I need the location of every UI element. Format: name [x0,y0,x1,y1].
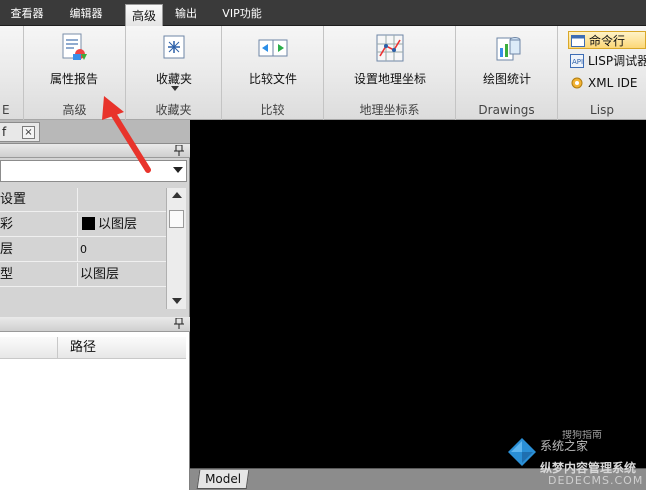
chevron-down-icon [171,86,179,91]
watermark-line4: DEDECMS.COM [548,474,644,487]
property-row[interactable]: 型 以图层 [0,263,166,287]
set-geo-coordinates-label: 设置地理坐标 [353,72,426,86]
favorites-label: 收藏夹 [155,72,192,86]
xml-ide-button[interactable]: XML IDE [568,74,646,92]
ribbon: E 属性报告 高级 收藏夹 收藏夹 比较文件 比较 设置地理坐标 地理坐标系 绘… [0,26,646,120]
scroll-down-icon[interactable] [172,298,182,304]
properties-grid: 设置 彩 以图层 层 0 型 以图层 [0,188,166,309]
lisp-debugger-icon: API [570,54,584,68]
group-label-lisp: Lisp [590,103,614,117]
document-tab[interactable]: f × [0,122,40,142]
scroll-up-icon[interactable] [172,192,182,198]
ribbon-tab-strip: 查看器 编辑器 高级 输出 VIP功能 [0,0,646,27]
group-label-advanced: 高级 [62,103,87,117]
ribbon-group-drawings: 绘图统计 Drawings [456,26,558,120]
color-swatch [82,217,95,230]
drawing-statistics-button[interactable]: 绘图统计 [466,30,548,100]
property-key: 彩 [0,213,78,236]
watermark-line2: 搜狗指南 [562,430,602,441]
xml-ide-icon [571,77,583,89]
svg-text:API: API [572,58,583,66]
pin-icon[interactable] [174,318,184,329]
property-report-label: 属性报告 [49,72,98,86]
compare-files-button[interactable]: 比较文件 [232,30,314,100]
property-value: 以图层 [80,267,120,282]
command-line-icon [571,35,585,47]
property-report-icon [62,33,87,60]
properties-panel-titlebar [0,144,190,158]
property-key: 设置 [0,188,78,211]
favorites-icon [163,35,185,59]
group-label-drawings: Drawings [478,103,535,117]
property-value [80,188,166,211]
ribbon-group-favorites: 收藏夹 收藏夹 [126,26,222,120]
pin-icon[interactable] [174,145,184,156]
files-panel-titlebar [0,317,190,332]
drawing-canvas[interactable] [190,144,646,472]
ribbon-group-geo: 设置地理坐标 地理坐标系 [324,26,456,120]
files-column-header: 路径 [0,337,186,359]
set-geo-coordinates-button[interactable]: 设置地理坐标 [338,30,442,100]
compare-files-icon [258,39,288,57]
group-label-favorites: 收藏夹 [155,103,192,117]
ribbon-group-partial: E [0,26,24,120]
property-value: 0 [80,243,87,256]
scroll-thumb[interactable] [169,210,184,228]
property-key: 型 [0,263,78,286]
column-header-path[interactable]: 路径 [70,337,96,359]
tab-viewer[interactable]: 查看器 [2,3,52,26]
compare-files-label: 比较文件 [248,72,297,86]
files-panel: 路径 [0,317,190,490]
drawing-statistics-label: 绘图统计 [482,72,531,86]
tab-editor[interactable]: 编辑器 [58,3,114,26]
column-header-name[interactable] [0,337,58,359]
drawing-statistics-icon [496,37,521,61]
object-type-dropdown[interactable] [0,160,187,182]
property-report-button[interactable]: 属性报告 [34,30,114,100]
ribbon-group-advanced: 属性报告 高级 [24,26,126,120]
property-key: 层 [0,238,78,261]
properties-panel: 设置 彩 以图层 层 0 型 以图层 [0,144,190,317]
tab-advanced[interactable]: 高级 [125,4,163,27]
properties-scrollbar[interactable] [166,188,186,309]
document-tab-label: f [2,125,7,139]
ribbon-group-lisp: 命令行 API LISP调试器 XML IDE Lisp [558,26,646,120]
geo-coordinates-icon [376,34,404,62]
lisp-debugger-button[interactable]: API LISP调试器 [568,52,646,70]
group-label-geo: 地理坐标系 [359,103,420,117]
model-tab[interactable]: Model [196,470,250,489]
property-row[interactable]: 层 0 [0,238,166,262]
chevron-down-icon [173,167,183,173]
tab-vip[interactable]: VIP功能 [214,3,270,26]
close-icon[interactable]: × [22,126,35,139]
xml-ide-label: XML IDE [588,76,638,90]
document-tab-bar: f × [0,120,190,144]
favorites-button[interactable]: 收藏夹 [134,30,214,100]
lisp-debugger-label: LISP调试器 [588,54,646,68]
command-line-button[interactable]: 命令行 [568,31,646,49]
property-row[interactable]: 彩 以图层 [0,213,166,237]
property-value-color[interactable]: 以图层 [80,213,166,236]
ribbon-group-compare: 比较文件 比较 [222,26,324,120]
command-line-label: 命令行 [589,34,626,48]
tab-output[interactable]: 输出 [168,3,204,26]
property-row[interactable]: 设置 [0,188,166,212]
property-value: 以图层 [98,217,138,232]
model-tab-label: Model [205,472,242,486]
group-label-compare: 比较 [260,103,285,117]
group-label-partial: E [2,103,10,117]
